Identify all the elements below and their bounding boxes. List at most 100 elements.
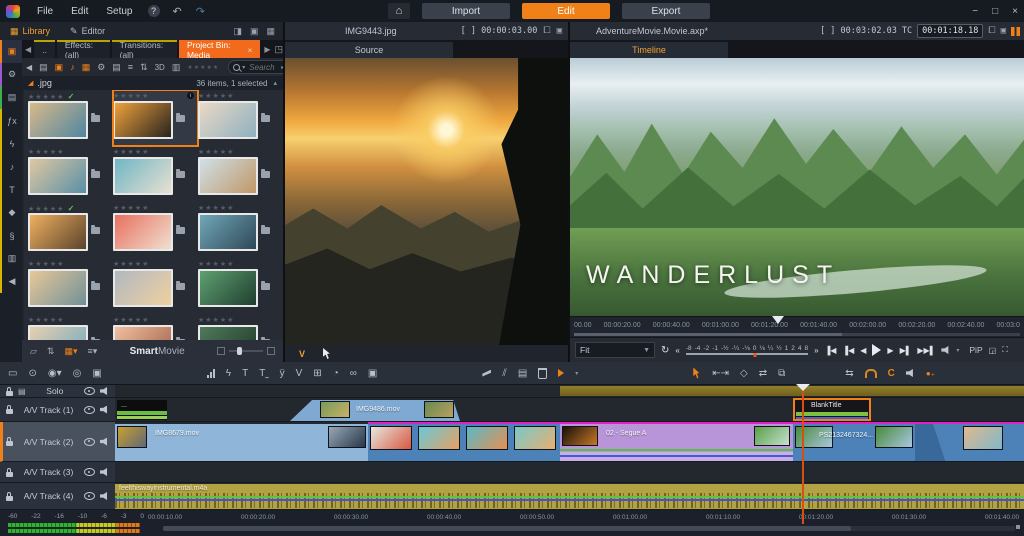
close-button[interactable]: × (1012, 6, 1018, 17)
clip-ps213[interactable]: PS2132467324... (793, 424, 915, 461)
track-row-2[interactable]: IMG8679.mov 02 - Segue A PS2132467324... (115, 422, 1024, 462)
thumbnail-view-icon[interactable]: ▦▾ (64, 346, 77, 357)
thumbnail-size-slider[interactable] (217, 347, 275, 355)
media-item[interactable]: ★★★★★ (113, 314, 198, 340)
shuffle-icon[interactable]: ⇅ (47, 346, 55, 357)
montage-section[interactable]: ◆ (0, 201, 22, 224)
search-dropdown-icon[interactable]: ▾ (242, 64, 245, 71)
zoom-out-icon[interactable] (217, 347, 225, 355)
template-section[interactable]: ▥ (0, 247, 22, 270)
navigator-row[interactable] (115, 385, 1024, 398)
media-item[interactable]: ★★★★★ (113, 202, 198, 258)
menu-file[interactable]: File (28, 6, 62, 17)
eye-icon[interactable] (84, 406, 95, 414)
clip-img9486[interactable]: IMG9486.mov (290, 400, 460, 421)
marker-dropdown-icon[interactable]: ▾ (575, 370, 578, 377)
export-button[interactable]: Export (622, 3, 710, 19)
folder-icon[interactable] (261, 283, 270, 290)
lock-icon[interactable] (6, 409, 13, 414)
redo-icon[interactable]: ↷ (196, 5, 205, 18)
rating-stars[interactable]: ★★★★★ (198, 260, 283, 269)
sort-icon[interactable]: ⇅ (140, 62, 148, 73)
dynamic-trim-icon[interactable]: ◇ (740, 368, 748, 379)
track-row-3[interactable] (115, 462, 1024, 483)
program-preview[interactable]: WANDERLUST (570, 58, 1024, 316)
clip-blank-title[interactable]: BlankTitle (793, 398, 871, 421)
rating-stars[interactable]: ★★★★★ ✓ (28, 204, 113, 213)
previous-marker-button[interactable]: ▐◀ (842, 346, 854, 355)
collapse-icon[interactable]: ▴ (273, 79, 277, 87)
rating-stars[interactable]: ★★★★★ ✓ (28, 92, 113, 101)
video-filter-icon[interactable]: ▣ (55, 62, 64, 73)
folder-view-icon[interactable]: ▤ (112, 62, 121, 73)
tab-transitions[interactable]: Transitions: (all) (112, 40, 177, 58)
track-header[interactable]: A/V Track (1) (0, 398, 115, 422)
subtitle-icon[interactable]: T˷ (259, 368, 268, 379)
frame-back-button[interactable]: ◀ (860, 346, 866, 355)
rating-filter-stars[interactable]: ★★★★★ (187, 64, 219, 71)
rating-stars[interactable]: ★★★★★ (28, 148, 113, 157)
clip-audio[interactable]: feelthiswayinstrumental.m4a (115, 484, 1024, 509)
marker-flag-icon[interactable] (558, 369, 564, 377)
media-item[interactable]: ★★★★★ (198, 314, 283, 340)
effects-bolt-icon[interactable]: ϟ (226, 368, 231, 379)
audio-scrub-icon[interactable]: ⇆ (845, 368, 853, 379)
transitions-section[interactable]: ϟ (0, 132, 22, 155)
folder-icon[interactable] (91, 115, 100, 122)
rating-stars[interactable]: ★★★★★ (198, 316, 283, 325)
playhead[interactable] (802, 384, 804, 524)
detach-tab-icon[interactable]: ◳ (275, 44, 284, 55)
media-item[interactable]: ★★★★★ (28, 146, 113, 202)
restore-button[interactable]: □ (992, 6, 998, 17)
folder-icon[interactable] (176, 115, 185, 122)
source-preview[interactable] (285, 58, 568, 345)
media-item[interactable]: ★★★★★ ✓ (28, 90, 113, 146)
clip-img8679[interactable]: IMG8679.mov (115, 424, 368, 461)
undo-icon[interactable]: ↶ (173, 5, 182, 18)
frame-forward-button[interactable]: ▶ (887, 346, 893, 355)
lock-icon[interactable] (6, 441, 13, 446)
title-icon[interactable]: T (242, 368, 248, 379)
photo-clip-group[interactable] (368, 424, 560, 461)
speaker-icon[interactable] (100, 406, 109, 414)
preview-ruler[interactable]: 00.0000:00:20.0000:00:40.0000:01:00.0000… (570, 316, 1024, 333)
volume-dropdown-icon[interactable]: ▾ (956, 347, 959, 354)
pip-button[interactable]: PiP (969, 345, 982, 355)
track-header[interactable]: A/V Track (4) (0, 483, 115, 510)
timeline-scrollbar[interactable] (163, 526, 1015, 531)
folder-icon[interactable] (91, 283, 100, 290)
menu-setup[interactable]: Setup (97, 6, 141, 17)
timeline-ruler[interactable]: 00:00:10.0000:00:20.0000:00:30.0000:00:4… (0, 510, 1024, 524)
home-button[interactable]: ⌂ (388, 3, 410, 19)
link-icon[interactable]: ∞ (350, 368, 357, 379)
import-button[interactable]: Import (422, 3, 510, 19)
bin-section[interactable]: ▣ (0, 40, 22, 63)
play-button[interactable] (872, 344, 881, 356)
speaker-icon[interactable] (100, 468, 109, 476)
project-folder-section[interactable]: ▤ (0, 86, 22, 109)
speed-label[interactable]: -8 (686, 345, 692, 352)
record-icon[interactable]: ◎ (73, 368, 82, 379)
zoom-in-icon[interactable] (267, 347, 275, 355)
loop-icon[interactable]: ↻ (661, 345, 669, 356)
media-item[interactable]: ★★★★★ (28, 258, 113, 314)
eye-icon[interactable] (84, 438, 95, 446)
new-collection-icon[interactable]: ▤ (39, 62, 48, 73)
details-view-icon[interactable]: ≡▾ (88, 346, 98, 357)
timeline-navigator-bar[interactable] (560, 386, 1024, 396)
tag-icon[interactable]: ▥ (172, 62, 181, 73)
undock-icon[interactable]: ⧠ (988, 26, 995, 36)
track-header[interactable]: A/V Track (2) (0, 422, 115, 462)
speed-label[interactable]: 4 (798, 345, 802, 352)
folder-icon[interactable] (91, 171, 100, 178)
rating-stars[interactable]: ★★★★★ (113, 148, 198, 157)
speed-label[interactable]: 0 (753, 345, 757, 352)
video-track-indicator[interactable]: V (299, 349, 305, 359)
media-item[interactable]: ★★★★★i (113, 90, 198, 146)
speed-label[interactable]: -2 (703, 345, 709, 352)
audio-filter-icon[interactable]: ♪ (70, 62, 75, 72)
menu-edit[interactable]: Edit (62, 6, 97, 17)
tab-source[interactable]: Source (285, 42, 453, 58)
filmstrip-icon[interactable]: ▤ (518, 368, 527, 379)
speed-label[interactable]: 2 (791, 345, 795, 352)
